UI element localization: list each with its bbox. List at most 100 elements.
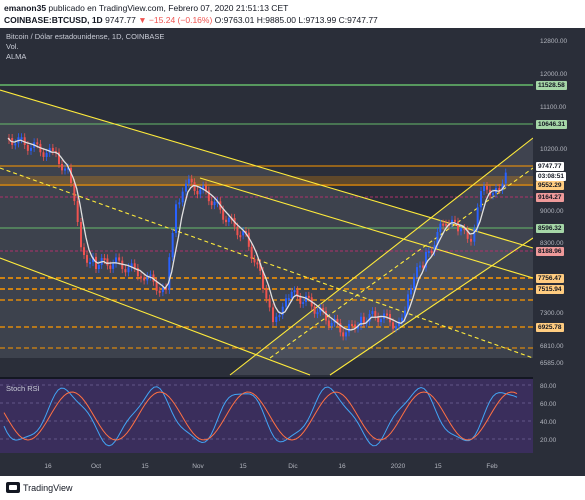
candle-body [293,290,296,293]
time-axis-label: 15 [434,463,442,470]
time-axis-label: 2020 [391,463,406,470]
candle-body [26,145,29,151]
rsi-legend[interactable]: Stoch RSI [6,384,40,393]
candle-body [127,267,130,273]
candle-body [193,182,196,191]
rsi-axis-label: 60.00 [540,401,557,408]
price-axis-label: 6810.00 [540,343,564,350]
candle-body [51,147,54,152]
footer: TradingView [0,476,585,500]
candle-body [97,264,100,269]
candle-body [287,298,290,301]
candle-body [486,186,488,190]
candle-body [64,168,66,171]
candle-body [250,246,253,259]
candle-body [268,298,271,308]
price-tag: 10646.31 [536,120,568,129]
candle-body [454,219,456,222]
candle-body [345,332,347,337]
time-axis-label: 16 [44,463,52,470]
candle-body [109,265,112,269]
candle-body [80,222,82,248]
candle-body [380,319,382,323]
candle-body [342,332,345,337]
rsi-pane [0,378,533,453]
tradingview-brand[interactable]: TradingView [6,482,73,493]
candle-body [416,267,418,278]
candle-body [504,172,507,184]
candle-body [392,322,394,329]
price-axis-label: 8300.00 [540,240,564,247]
candle-body [185,183,187,192]
candle-body [222,209,225,220]
candle-body [199,189,202,195]
symbol-info: COINBASE:BTCUSD, 1D 9747.77 ▼ −15.24 (−0… [4,14,581,26]
tradingview-logo-icon [6,482,20,493]
legend-volume[interactable]: Vol. [6,42,164,52]
candle-body [14,143,17,146]
candle-body [181,191,184,203]
rsi-axis-label: 80.00 [540,383,557,390]
candle-body [61,164,63,171]
candle-body [470,238,472,242]
candle-body [149,274,152,277]
candle-body [168,257,171,290]
candle-body [410,288,412,295]
candle-body [196,190,199,195]
candle-body [112,263,115,269]
candle-body [89,262,91,265]
price-axis-label: 9000.00 [540,208,564,215]
price-tag: 11528.58 [536,81,567,90]
brand-name: TradingView [23,482,73,493]
candle-body [374,311,377,317]
candle-body [76,201,79,223]
price-tag: 9747.77 [536,162,564,171]
high-value: H:9885.00 [256,15,296,25]
low-value: L:9713.99 [298,15,337,25]
candle-body [158,290,161,293]
candle-body [407,294,409,311]
rsi-axis-label: 40.00 [540,419,557,426]
chart-canvas[interactable]: 12800.00 12000.00 11100.00 10200.00 9000.00 8… [0,28,585,476]
author-name[interactable]: emanon35 [4,3,46,13]
candle-body [413,277,415,289]
candle-body [133,263,136,268]
candle-body [285,298,287,307]
price-tag: 03:08:51 [536,172,567,181]
time-axis-label: 16 [338,463,346,470]
candle-body [20,137,23,140]
candle-body [439,223,442,233]
candle-body [143,277,146,281]
time-axis-label: Oct [91,463,101,470]
chart-area[interactable]: 12800.00 12000.00 11100.00 10200.00 9000.00 8… [0,28,585,476]
candle-body [272,307,274,323]
candle-body [419,265,421,268]
candle-body [210,201,213,206]
candle-body [213,201,216,206]
close-value: C:9747.77 [338,15,378,25]
candle-body [498,188,501,191]
legend-alma[interactable]: ALMA [6,52,164,62]
candle-body [313,306,316,314]
candle-body [457,221,459,232]
candle-body [175,204,177,234]
time-axis-label: 15 [239,463,247,470]
candle-body [480,191,482,208]
candle-body [395,326,397,329]
candle-body [187,178,190,184]
candle-body [445,223,447,226]
candle-body [327,320,330,327]
candle-body [161,287,164,293]
legend-title: Bitcoin / Dólar estadounidense, 1D, COIN… [6,32,165,41]
candle-body [227,217,230,223]
price-axis-label: 11100.00 [540,104,567,111]
candle-body [330,322,333,327]
candle-body [171,233,174,258]
last-price: 9747.77 [105,15,136,25]
chart-legend: Bitcoin / Dólar estadounidense, 1D, COIN… [6,32,164,62]
candle-body [239,235,242,238]
candle-body [307,295,310,298]
candle-body [302,302,305,305]
price-tag: 7756.47 [536,274,564,283]
time-axis-label: Nov [192,463,204,470]
